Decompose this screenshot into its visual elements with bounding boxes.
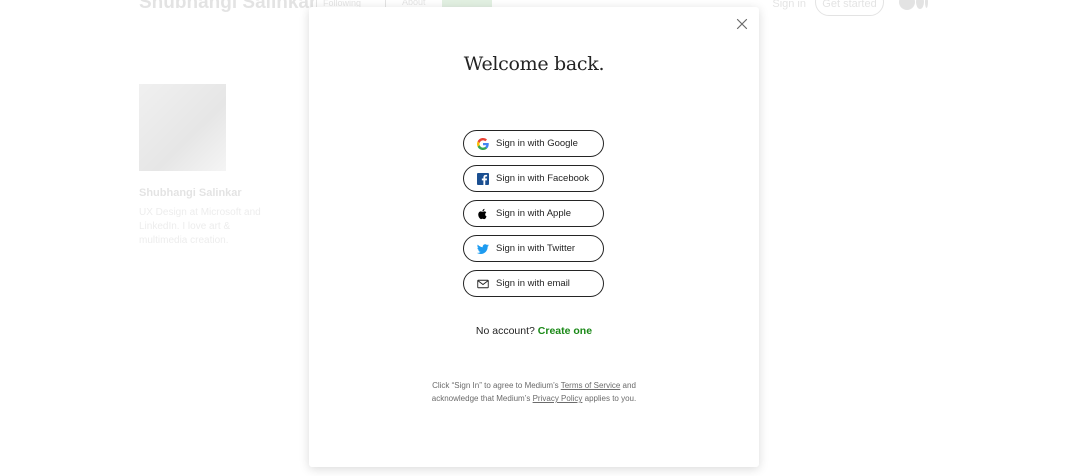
legal-notice: Click “Sign In” to agree to Medium’s Ter… [424,379,644,405]
sign-in-facebook-label: Sign in with Facebook [496,173,589,184]
close-button[interactable] [735,17,749,31]
create-account-link[interactable]: Create one [538,325,592,337]
twitter-icon [477,243,489,255]
legal-suffix: applies to you. [584,394,637,403]
sign-in-twitter-label: Sign in with Twitter [496,243,576,254]
no-account-prompt: No account? Create one [309,325,759,337]
sign-in-apple-label: Sign in with Apple [496,208,571,219]
sign-in-google-label: Sign in with Google [496,138,578,149]
legal-prefix: Click “Sign In” to agree to Medium’s [432,381,559,390]
author-name-header: Shubhangi Salinkar [139,0,317,13]
mail-icon [477,278,489,290]
sign-in-email-button[interactable]: Sign in with email [463,270,604,297]
modal-title: Welcome back. [463,53,605,75]
profile-name: Shubhangi Salinkar [139,187,242,199]
sign-in-modal: Welcome back. Sign in with Google Sign i… [309,7,759,467]
profile-avatar [139,84,226,171]
apple-icon [477,208,489,220]
privacy-policy-link[interactable]: Privacy Policy [533,394,583,403]
sign-in-twitter-button[interactable]: Sign in with Twitter [463,235,604,262]
google-icon [477,137,489,150]
facebook-icon [477,172,489,185]
terms-of-service-link[interactable]: Terms of Service [561,381,621,390]
header-sign-in-link: Sign in [772,0,806,10]
get-started-button: Get started [815,0,884,16]
sign-in-google-button[interactable]: Sign in with Google [463,130,604,157]
close-icon [736,18,748,30]
auth-options-list: Sign in with Google Sign in with Faceboo… [463,130,604,305]
sign-in-apple-button[interactable]: Sign in with Apple [463,200,604,227]
sign-in-facebook-button[interactable]: Sign in with Facebook [463,165,604,192]
medium-logo-icon [899,0,929,12]
no-account-text: No account? [475,325,535,337]
sign-in-email-label: Sign in with email [496,278,570,289]
profile-bio: UX Design at Microsoft and LinkedIn. I l… [139,207,261,246]
